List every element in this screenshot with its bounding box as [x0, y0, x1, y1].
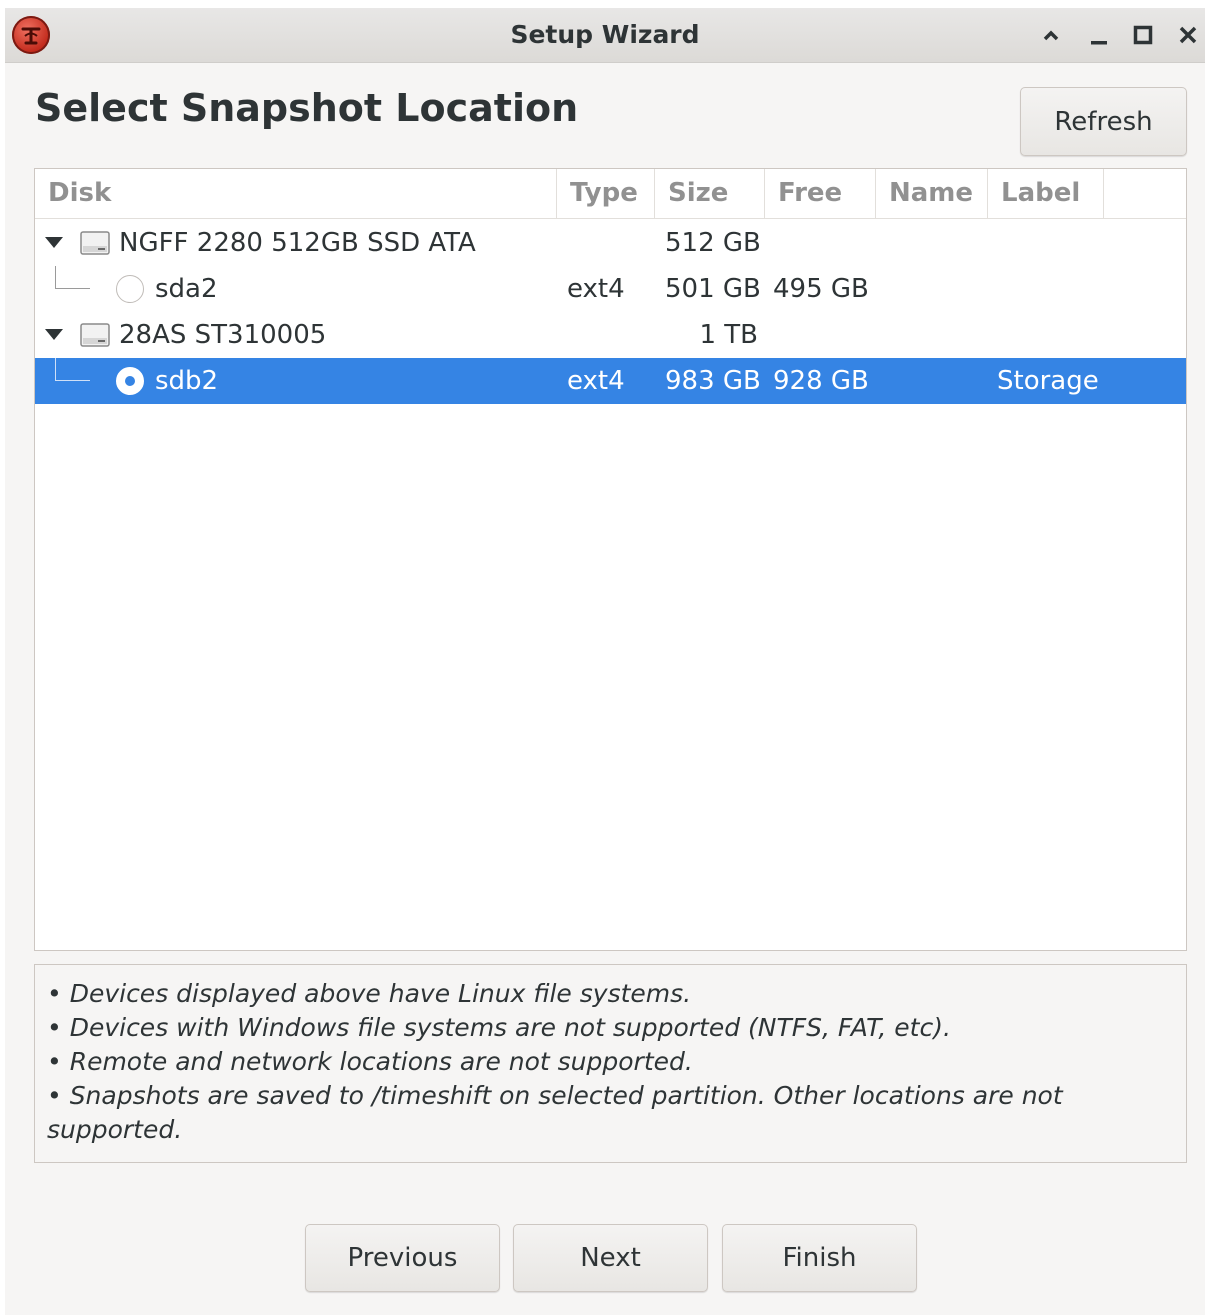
free-cell: 928 GB — [773, 366, 869, 396]
expander-arrow-icon[interactable] — [45, 329, 63, 340]
column-header-free[interactable]: Free — [765, 169, 876, 218]
free-cell: 495 GB — [773, 274, 869, 304]
partition-radio[interactable] — [116, 275, 144, 303]
size-cell: 1 TB — [699, 320, 758, 350]
type-cell: ext4 — [567, 274, 625, 304]
partition-radio-checked[interactable] — [116, 367, 144, 395]
column-header-label[interactable]: Label — [988, 169, 1104, 218]
size-cell: 512 GB — [665, 228, 761, 258]
disk-row[interactable]: NGFF 2280 512GB SSD ATA 512 GB — [35, 220, 1186, 266]
disk-name: NGFF 2280 512GB SSD ATA — [119, 228, 476, 258]
disk-row[interactable]: 28AS ST310005 1 TB — [35, 312, 1186, 358]
chevron-up-icon[interactable] — [1034, 18, 1068, 52]
harddisk-icon — [80, 323, 110, 347]
next-button[interactable]: Next — [513, 1224, 708, 1292]
type-cell: ext4 — [567, 366, 625, 396]
info-note: • Devices displayed above have Linux fil… — [47, 979, 692, 1008]
tree-header: Disk Type Size Free Name Label — [35, 169, 1186, 219]
info-note: • Snapshots are saved to /timeshift on s… — [47, 1081, 1063, 1144]
disk-tree[interactable]: Disk Type Size Free Name Label NGFF 2280… — [34, 168, 1187, 951]
title-bar[interactable]: Setup Wizard — [5, 8, 1205, 63]
minimize-icon[interactable] — [1082, 18, 1116, 52]
size-cell: 983 GB — [665, 366, 761, 396]
tree-connector-line — [55, 358, 90, 381]
harddisk-icon — [80, 231, 110, 255]
finish-button[interactable]: Finish — [722, 1224, 917, 1292]
partition-name: sdb2 — [155, 366, 219, 396]
expander-arrow-icon[interactable] — [45, 237, 63, 248]
maximize-icon[interactable] — [1126, 18, 1160, 52]
page-title: Select Snapshot Location — [35, 86, 579, 130]
disk-name: 28AS ST310005 — [119, 320, 327, 350]
info-note: • Remote and network locations are not s… — [47, 1047, 693, 1076]
info-note: • Devices with Windows file systems are … — [47, 1013, 951, 1042]
setup-wizard-window: Setup Wizard Select Snapshot Location Re… — [5, 8, 1205, 1315]
tree-connector-line — [55, 266, 90, 289]
partition-row[interactable]: sda2 ext4 501 GB 495 GB — [35, 266, 1186, 312]
partition-name: sda2 — [155, 274, 218, 304]
close-icon[interactable] — [1171, 18, 1205, 52]
refresh-button[interactable]: Refresh — [1020, 87, 1187, 156]
column-header-name[interactable]: Name — [876, 169, 988, 218]
previous-button[interactable]: Previous — [305, 1224, 500, 1292]
size-cell: 501 GB — [665, 274, 761, 304]
label-cell: Storage — [997, 366, 1099, 396]
info-notes-box: • Devices displayed above have Linux fil… — [34, 964, 1187, 1163]
partition-row-selected[interactable]: sdb2 ext4 983 GB 928 GB Storage — [35, 358, 1186, 404]
column-header-size[interactable]: Size — [655, 169, 765, 218]
window-title: Setup Wizard — [510, 20, 700, 49]
column-header-type[interactable]: Type — [557, 169, 655, 218]
column-header-disk[interactable]: Disk — [35, 169, 557, 218]
